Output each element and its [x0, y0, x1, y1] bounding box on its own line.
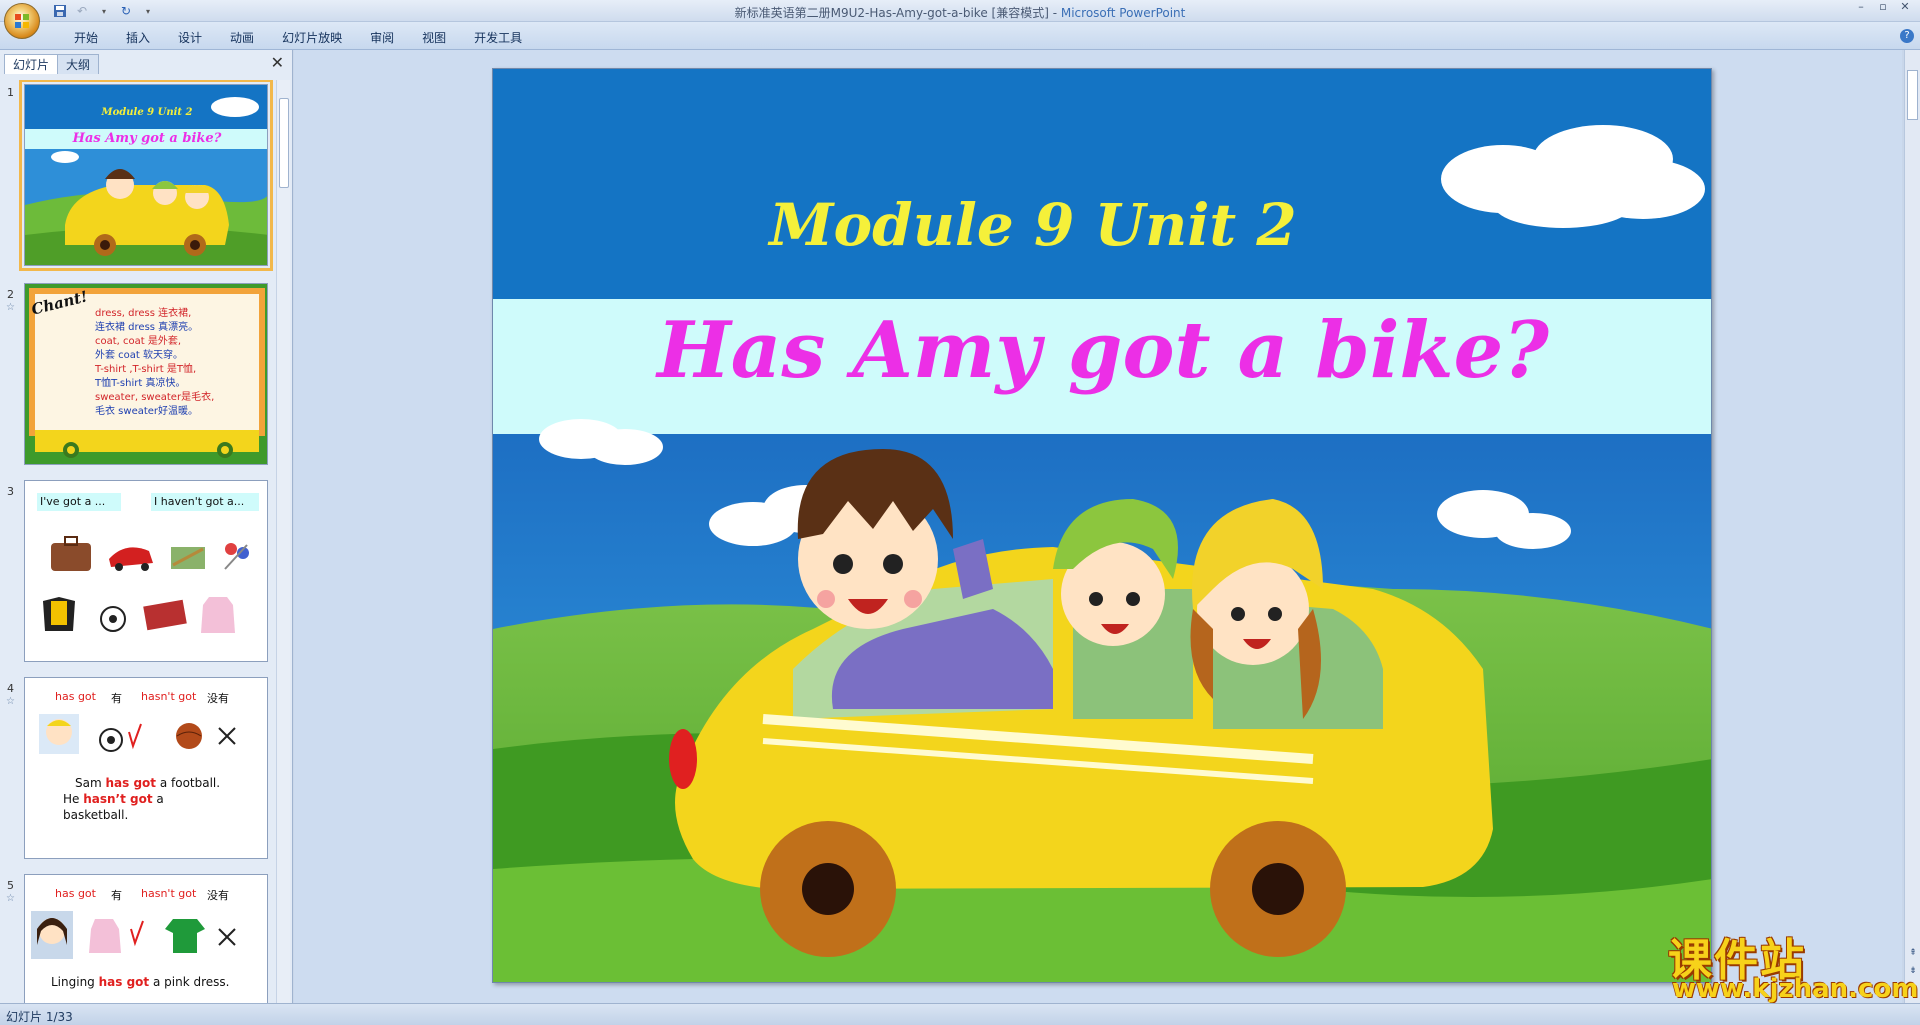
thumbnail-2-line: sweater, sweater是毛衣, [95, 392, 215, 403]
animation-star-icon: ☆ [6, 893, 15, 904]
thumbnail-number: 3 [7, 485, 14, 498]
slide-counter: 幻灯片 1/33 [6, 1010, 73, 1024]
minimize-icon[interactable]: – [1852, 0, 1870, 13]
scrollbar-thumb[interactable] [279, 98, 289, 188]
thumbnail-2-line: dress, dress 连衣裙, [95, 308, 192, 319]
editor-scrollbar[interactable]: ⇞ ⇟ [1904, 50, 1920, 1003]
sentence-text: He [63, 792, 84, 806]
previous-slide-icon[interactable]: ⇞ [1906, 946, 1920, 960]
thumbnail-4-sentence-3: basketball. [63, 808, 129, 822]
ribbon-tab-bar: 开始 插入 设计 动画 幻灯片放映 审阅 视图 开发工具 ? [0, 22, 1920, 50]
thumbnail-2-line: T恤T-shirt 真凉快。 [95, 378, 186, 389]
office-button[interactable] [4, 3, 40, 39]
tab-view[interactable]: 视图 [408, 29, 460, 47]
thumbnail-4-sentence-2: He hasn’t got a [63, 792, 164, 806]
tab-animations[interactable]: 动画 [216, 29, 268, 47]
thumbnail-2-line: 连衣裙 dress 真漂亮。 [95, 322, 199, 333]
thumbnail-number: 1 [7, 86, 14, 99]
thumbnail-1-title: Has Amy got a bike? [72, 131, 222, 146]
ribbon-tabs: 开始 插入 设计 动画 幻灯片放映 审阅 视图 开发工具 [60, 29, 536, 47]
thumbnail-2-line: coat, coat 是外套, [95, 336, 182, 347]
watermark-logo: 课件站 www.kjzhan.com [1668, 924, 1918, 1004]
slides-pane: 幻灯片 大纲 ✕ 1 Module 9 Unit 2 Has Amy got a… [0, 50, 293, 1003]
title-separator: - [1048, 6, 1061, 20]
sentence-text: a pink dress. [149, 975, 230, 989]
thumbnail-5-sentence-1: Linging has got a pink dress. [51, 975, 229, 989]
slide-title[interactable]: Has Amy got a bike? [493, 305, 1711, 396]
close-icon[interactable]: ✕ [1896, 0, 1914, 13]
slide-module-heading[interactable]: Module 9 Unit 2 [493, 191, 1573, 259]
sentence-text: a football. [156, 776, 221, 790]
animation-star-icon: ☆ [6, 696, 15, 707]
sentence-keyword: has got [105, 776, 157, 790]
tab-slides[interactable]: 幻灯片 [4, 54, 59, 74]
tab-outline[interactable]: 大纲 [57, 54, 100, 74]
thumbnail-number: 4 [7, 682, 14, 695]
slide-thumbnail-3[interactable]: I've got a ... I haven't got a... [24, 480, 268, 662]
thumbnail-1-module: Module 9 Unit 2 [101, 107, 193, 118]
slide-thumbnail-1[interactable]: Module 9 Unit 2 Has Amy got a bike? [19, 80, 273, 271]
thumbnail-list: 1 Module 9 Unit 2 Has Amy got a bike? 2 … [0, 80, 276, 1003]
current-slide[interactable]: Module 9 Unit 2 Has Amy got a bike? [492, 68, 1712, 983]
document-name: 新标准英语第二册M9U2-Has-Amy-got-a-bike [兼容模式] [734, 6, 1049, 20]
tab-developer[interactable]: 开发工具 [460, 29, 536, 47]
sentence-keyword: has got [98, 975, 150, 989]
tab-design[interactable]: 设计 [164, 29, 216, 47]
app-name: Microsoft PowerPoint [1060, 6, 1186, 20]
window-title: 新标准英语第二册M9U2-Has-Amy-got-a-bike [兼容模式] -… [0, 4, 1920, 21]
watermark-url: www.kjzhan.com [1672, 974, 1919, 1004]
thumbnail-number: 2 [7, 288, 14, 301]
thumbnail-2-line: 外套 coat 软天穿。 [95, 350, 184, 361]
tab-slide-show[interactable]: 幻灯片放映 [268, 29, 356, 47]
scrollbar-thumb[interactable] [1907, 70, 1918, 120]
window-controls: – ▫ ✕ [1852, 0, 1914, 13]
help-icon[interactable]: ? [1900, 29, 1914, 43]
sentence-text: a [152, 792, 164, 806]
tab-insert[interactable]: 插入 [112, 29, 164, 47]
slide-thumbnail-4[interactable]: has got 有 hasn't got 没有 Sam has got a fo… [24, 677, 268, 859]
tab-home[interactable]: 开始 [60, 29, 112, 47]
thumbnail-number: 5 [7, 879, 14, 892]
slide-thumbnail-2[interactable]: Chant! dress, dress 连衣裙, 连衣裙 dress 真漂亮。 … [24, 283, 268, 465]
thumbnail-scrollbar[interactable] [276, 80, 290, 1003]
thumbnail-2-line: T-shirt ,T-shirt 是T恤, [95, 364, 197, 375]
thumbnail-4-sentence-1: Sam has got a football. [75, 776, 220, 790]
sentence-text: Sam [75, 776, 106, 790]
thumbnail-3-items [43, 536, 249, 633]
sentence-keyword: hasn’t got [83, 792, 153, 806]
animation-star-icon: ☆ [6, 302, 15, 313]
pane-tabs: 幻灯片 大纲 [4, 54, 100, 74]
office-logo-icon [15, 14, 29, 28]
restore-icon[interactable]: ▫ [1874, 0, 1892, 13]
title-bar: ↶ ▾ ↻ ▾ 新标准英语第二册M9U2-Has-Amy-got-a-bike … [0, 0, 1920, 22]
slide-thumbnail-5[interactable]: has got 有 hasn't got 没有 Linging has got … [24, 874, 268, 1003]
thumbnail-2-line: 毛衣 sweater好温暖。 [95, 406, 199, 417]
sentence-text: Linging [51, 975, 99, 989]
tab-review[interactable]: 审阅 [356, 29, 408, 47]
thumbnail-4-images [39, 714, 236, 754]
pane-close-icon[interactable]: ✕ [271, 53, 284, 72]
status-bar: 幻灯片 1/33 [0, 1003, 1920, 1025]
